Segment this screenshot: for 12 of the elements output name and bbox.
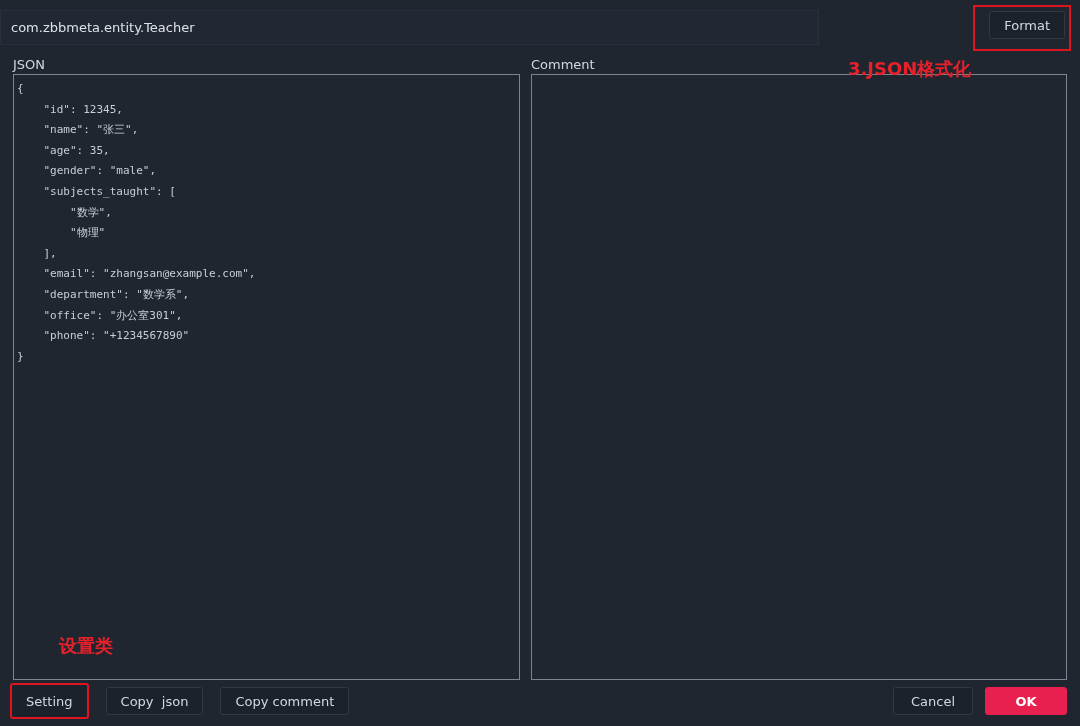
action-button[interactable]: Copy comment	[220, 687, 350, 715]
code-text: { "id": 12345, "name": "张三", "age": 35, "gender": "male", "subjects_taught": [ "数学", "物理" ], "email": "zhangsan@example.com", "department": "数学系", "office": "办公室301", "phone": "+1234567890" }	[16, 81, 257, 365]
comment-label: Comment	[531, 56, 595, 74]
class-name-field[interactable]: com.zbbmeta.entity.Teacher	[0, 10, 819, 45]
action-button[interactable]: Copy json	[105, 687, 204, 715]
cancel-button[interactable]: Cancel	[893, 687, 973, 715]
ok-button[interactable]: OK	[985, 687, 1067, 715]
format-button[interactable]: Format	[989, 11, 1065, 39]
annotation-text: 设置类	[59, 634, 113, 658]
annotation-text: 3.JSON格式化	[848, 57, 972, 81]
json-label: JSON	[13, 56, 46, 74]
action-button[interactable]: Setting	[10, 683, 89, 719]
